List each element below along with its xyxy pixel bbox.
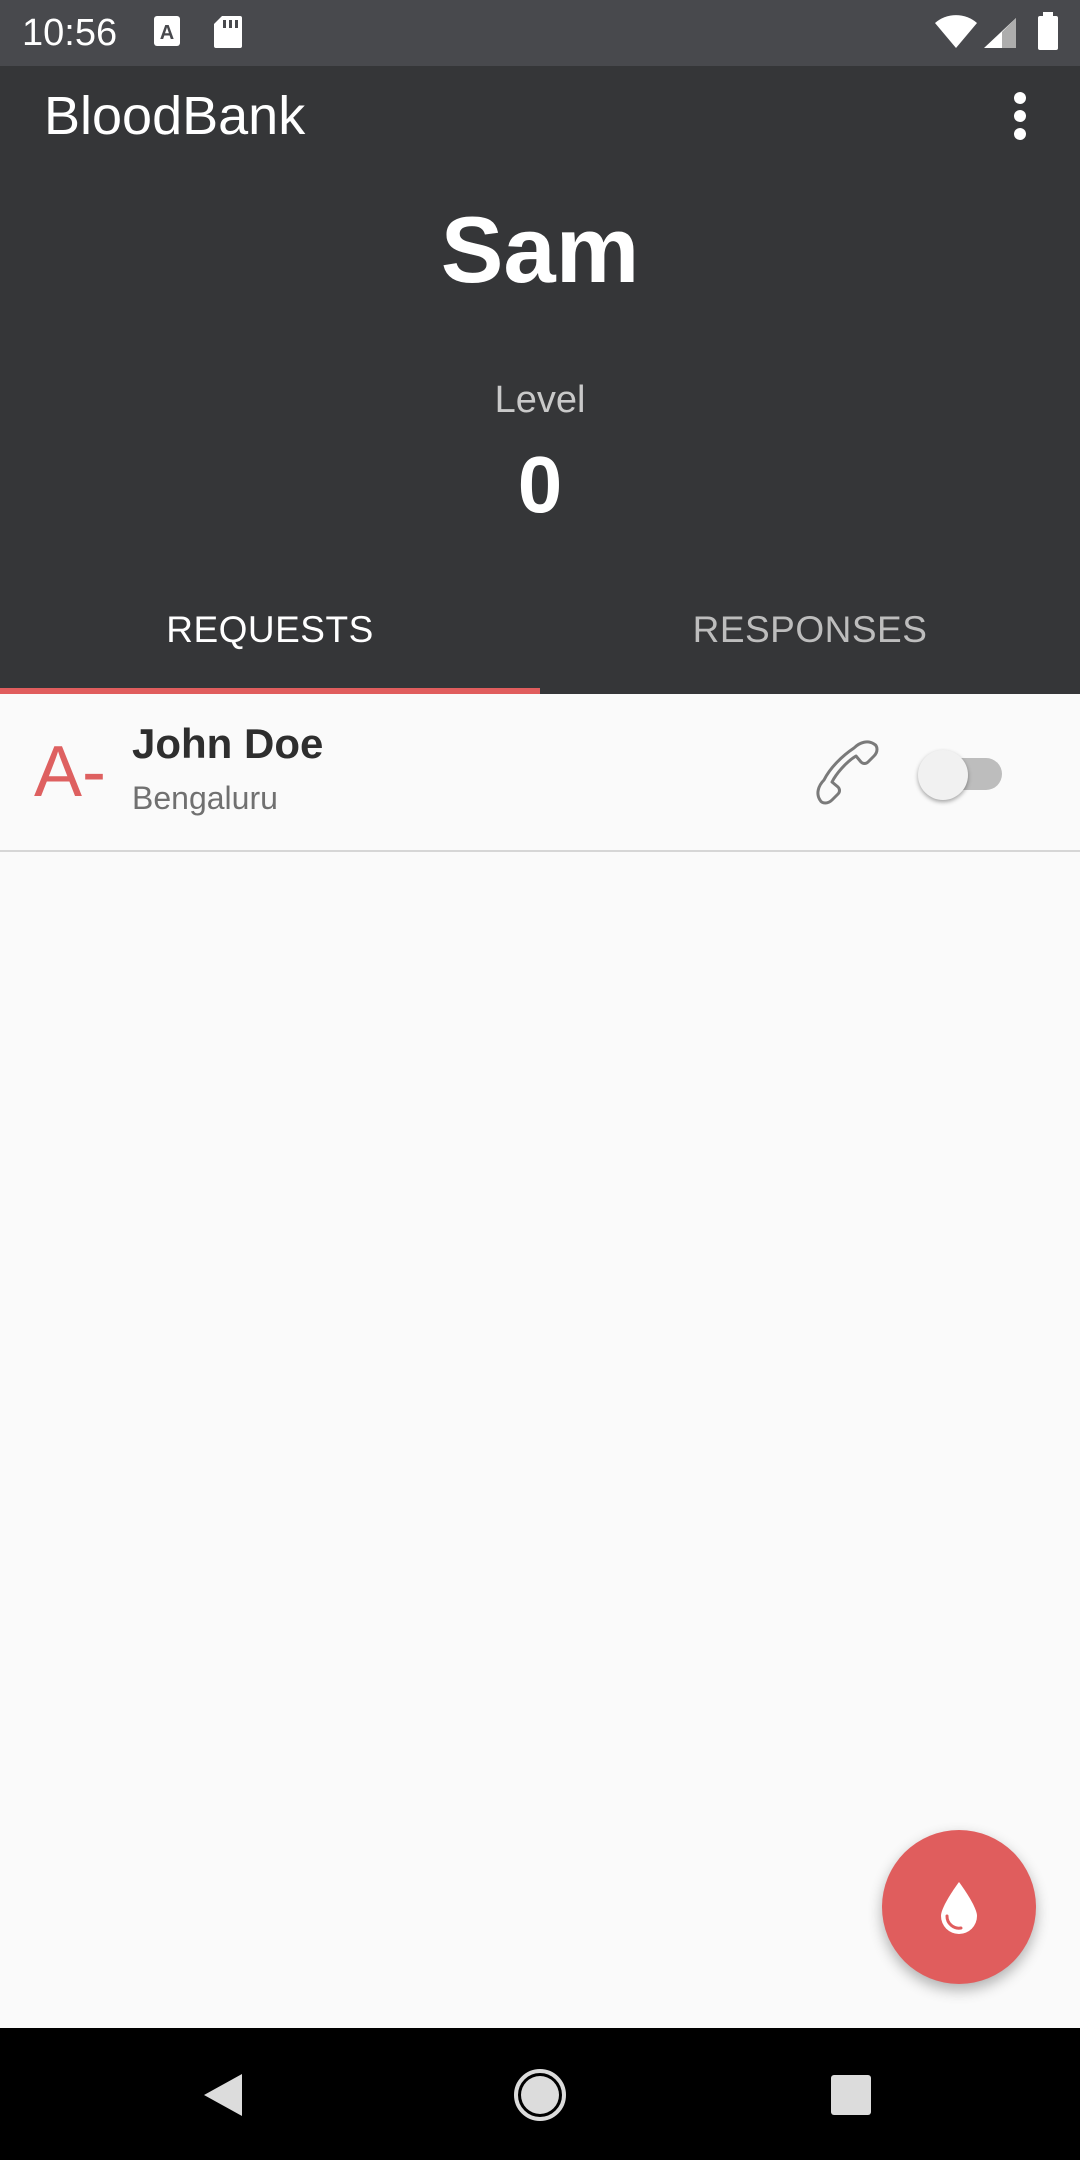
list-item[interactable]: A- John Doe Bengaluru <box>0 694 1080 852</box>
user-name: Sam <box>440 197 640 302</box>
request-toggle[interactable] <box>918 742 1012 804</box>
phone-icon[interactable] <box>808 734 888 814</box>
requester-city: Bengaluru <box>132 780 278 816</box>
tab-requests[interactable]: REQUESTS <box>0 594 540 694</box>
battery-icon <box>1036 12 1060 57</box>
cell-signal-icon <box>982 16 1018 55</box>
tab-responses[interactable]: RESPONSES <box>540 594 1080 694</box>
blood-type-label: A- <box>34 732 106 812</box>
overflow-menu-icon[interactable] <box>990 76 1050 156</box>
requester-name: John Doe <box>132 720 324 767</box>
screen: 10:56 A BloodBank Sam Level 0 REQUESTS R… <box>0 0 1080 2160</box>
wifi-icon <box>934 14 978 55</box>
blood-drop-icon <box>941 1882 977 1934</box>
tab-responses-label: RESPONSES <box>692 609 928 650</box>
toggle-thumb <box>918 750 968 800</box>
status-bar: 10:56 A <box>0 0 1080 66</box>
add-request-button[interactable] <box>882 1830 1036 1984</box>
home-icon[interactable] <box>505 2060 575 2130</box>
status-time: 10:56 <box>22 12 118 54</box>
navigation-bar <box>0 2028 1080 2160</box>
sd-card-icon <box>212 14 244 55</box>
back-icon[interactable] <box>190 2060 260 2130</box>
app-title: BloodBank <box>44 86 306 146</box>
level-value: 0 <box>517 440 563 529</box>
level-label: Level <box>494 379 586 421</box>
a-notification-icon: A <box>152 14 182 55</box>
svg-text:A: A <box>160 22 174 44</box>
recents-icon[interactable] <box>816 2060 886 2130</box>
tab-requests-label: REQUESTS <box>166 609 374 650</box>
